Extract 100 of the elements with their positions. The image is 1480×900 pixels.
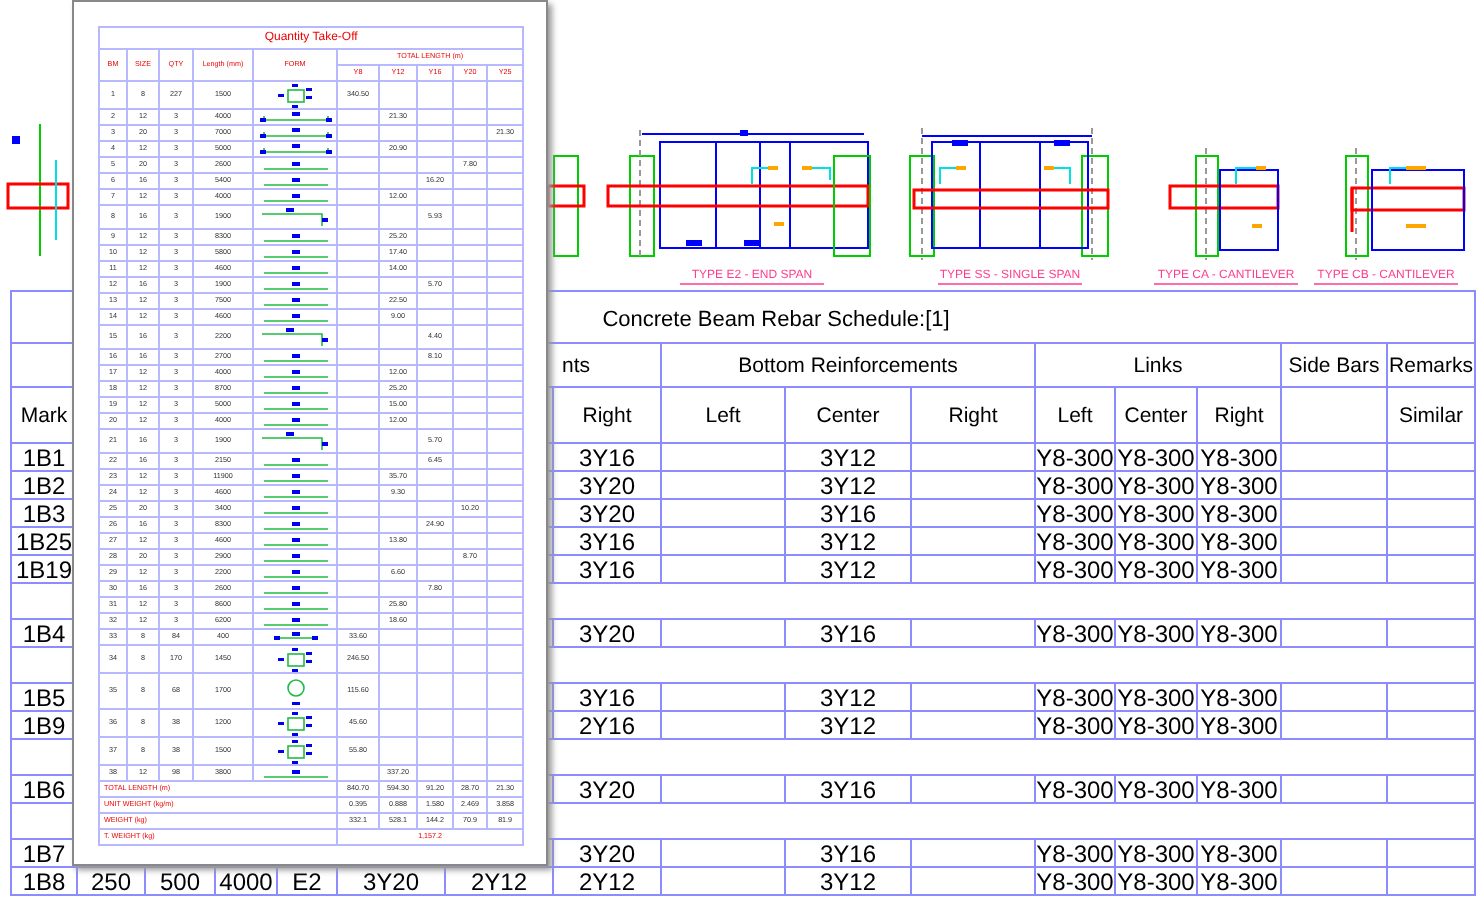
table-cell: 1B9 [22, 713, 66, 737]
table-cell: Y8-300 [1037, 529, 1113, 553]
bar-shape-drawing [263, 177, 327, 185]
table-cell: 3Y20 [362, 869, 420, 893]
table-cell: 3Y16 [578, 685, 636, 709]
column-header: Left [1057, 403, 1093, 427]
bar-shape-drawing [263, 489, 327, 497]
bar-shape-drawing [259, 144, 331, 154]
table-cell: Y8-300 [1037, 473, 1113, 497]
table-cell: 3Y16 [578, 557, 636, 581]
table-cell: Y8-300 [1037, 557, 1113, 581]
table-cell: Y8-300 [1037, 841, 1113, 865]
table-cell: E2 [292, 869, 322, 893]
column-header: Right [582, 403, 632, 427]
table-cell: Y8-300 [1200, 685, 1278, 709]
table-cell: Y8-300 [1117, 869, 1195, 893]
bar-shape-drawing [277, 83, 313, 107]
bar-shape-drawing [263, 369, 327, 377]
table-cell: 250 [90, 869, 132, 893]
bar-shape-drawing [263, 521, 327, 529]
bar-shape-drawing [263, 281, 327, 289]
bar-shape-drawing [263, 353, 327, 361]
table-cell: 500 [159, 869, 201, 893]
table-cell: Y8-300 [1037, 685, 1113, 709]
table-cell: 1B6 [22, 777, 66, 801]
table-cell: Y8-300 [1117, 557, 1195, 581]
table-cell: Y8-300 [1037, 501, 1113, 525]
table-cell: 3Y16 [819, 501, 877, 525]
table-cell: 2Y12 [470, 869, 528, 893]
table-cell: Y8-300 [1037, 621, 1113, 645]
column-group-header: Remarks [1389, 353, 1474, 377]
table-cell: Y8-300 [1200, 841, 1278, 865]
bar-shape-drawing [263, 769, 327, 777]
column-group-header: Links [1133, 353, 1183, 377]
table-cell: 1B2 [22, 473, 66, 497]
table-cell: 1B25 [15, 529, 73, 553]
table-cell: Y8-300 [1117, 713, 1195, 737]
table-cell: 3Y12 [819, 685, 877, 709]
table-cell: Y8-300 [1117, 501, 1195, 525]
bar-shape-drawing [263, 249, 327, 257]
bar-shape-drawing [263, 585, 327, 593]
table-cell: 1B3 [22, 501, 66, 525]
bar-shape-drawing [263, 537, 327, 545]
column-header: Right [1214, 403, 1264, 427]
bar-shape-drawing [263, 473, 327, 481]
column-header: Center [1124, 403, 1188, 427]
bar-shape-drawing [277, 647, 313, 671]
bar-shape-drawing [263, 313, 327, 321]
schedule-title: Concrete Beam Rebar Schedule:[1] [602, 307, 950, 331]
table-cell: Y8-300 [1117, 685, 1195, 709]
table-cell: Y8-300 [1117, 445, 1195, 469]
column-group-header: Bottom Reinforcements [738, 353, 958, 377]
table-cell: 3Y12 [819, 445, 877, 469]
table-cell: 3Y16 [819, 841, 877, 865]
table-cell: Y8-300 [1200, 529, 1278, 553]
bar-shape-drawing [263, 385, 327, 393]
bar-shape-drawing [263, 505, 327, 513]
column-group-header: Side Bars [1288, 353, 1380, 377]
bar-shape-drawing [263, 161, 327, 169]
table-cell: Y8-300 [1200, 501, 1278, 525]
bar-shape-drawing [277, 739, 313, 763]
column-group-header: nts [561, 353, 590, 377]
bar-shape-drawing [261, 327, 329, 347]
table-cell: Y8-300 [1117, 841, 1195, 865]
table-cell: 3Y16 [578, 445, 636, 469]
bar-shape-drawing [263, 193, 327, 201]
table-cell: Y8-300 [1200, 621, 1278, 645]
bar-shape-drawing [259, 128, 331, 138]
table-cell: Y8-300 [1200, 557, 1278, 581]
table-cell: 3Y12 [819, 713, 877, 737]
table-cell: 3Y20 [578, 501, 636, 525]
table-cell: Y8-300 [1200, 473, 1278, 497]
table-cell: Y8-300 [1117, 621, 1195, 645]
table-cell: Y8-300 [1117, 529, 1195, 553]
table-cell: 1B4 [22, 621, 66, 645]
table-cell: 2Y16 [578, 713, 636, 737]
table-cell: 3Y20 [578, 841, 636, 865]
beam-elevation-drawing [1345, 147, 1466, 261]
table-cell: Y8-300 [1117, 473, 1195, 497]
bar-shape-drawing [263, 617, 327, 625]
bar-shape-drawing [263, 297, 327, 305]
bar-shape-drawing [263, 553, 327, 561]
table-cell: 1B1 [22, 445, 66, 469]
table-cell: Y8-300 [1200, 777, 1278, 801]
table-cell: 1B8 [22, 869, 66, 893]
table-cell: Y8-300 [1037, 445, 1113, 469]
bar-shape-drawing [263, 601, 327, 609]
table-cell: 3Y12 [819, 557, 877, 581]
table-cell: Y8-300 [1037, 713, 1113, 737]
column-header: Center [816, 403, 880, 427]
bar-shape-drawing [263, 417, 327, 425]
column-header: Left [705, 403, 741, 427]
bar-shape-drawing [277, 711, 313, 735]
table-cell: 3Y20 [578, 473, 636, 497]
table-cell: 3Y12 [819, 869, 877, 893]
bar-shape-drawing [285, 675, 305, 707]
beam-elevation-drawing [1168, 147, 1280, 261]
bar-shape-drawing [263, 265, 327, 273]
table-cell: 2Y12 [578, 869, 636, 893]
bar-shape-drawing [259, 112, 331, 122]
